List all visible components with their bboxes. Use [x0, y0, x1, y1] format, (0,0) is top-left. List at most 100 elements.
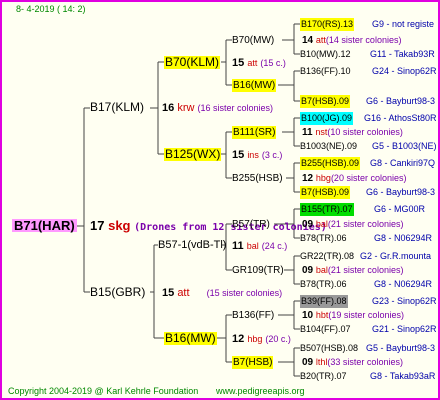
print-date: 8- 4-2019 ( 14: 2) [16, 4, 86, 14]
site-link[interactable]: www.pedigreeapis.org [216, 385, 305, 398]
gen3-num-7: 10 [302, 310, 314, 321]
gen3-num-1: 14 [302, 35, 314, 46]
gen1-queen-2[interactable]: B15(GBR) [90, 286, 145, 299]
gen3-colonies-8: (33 sister colonies) [327, 357, 403, 367]
gen2-num-3: 11 [232, 240, 244, 252]
gen3-code-6: bal [315, 265, 328, 275]
gen2-code-2: ins [247, 150, 259, 160]
gen1-code-1: krw [177, 102, 195, 114]
gen3-colonies-6: (21 sister colonies) [327, 265, 404, 275]
gen4-info-4: G6 - Bayburt98-3 [366, 96, 436, 106]
gen4-queen-15[interactable]: B507(HSB).08 [300, 342, 358, 355]
gen3-code-3: nst [315, 127, 328, 137]
gen3-queen-2[interactable]: B16(MW) [232, 79, 277, 92]
root-code: skg [108, 218, 131, 233]
gen2-queen-1[interactable]: B70(KLM) [164, 56, 221, 69]
gen4-queen-11[interactable]: GR22(TR).08 [300, 250, 354, 263]
gen3-info-6: 09 bal(21 sister colonies) [302, 264, 403, 277]
gen2-num-2: 15 [232, 149, 245, 161]
gen2-code-3: bal [246, 241, 259, 251]
gen4-queen-4[interactable]: B7(HSB).09 [300, 95, 351, 108]
gen4-info-9: G6 - MG00R [374, 204, 426, 214]
gen3-num-3: 11 [302, 127, 313, 138]
gen3-code-7: hbt [315, 310, 329, 320]
gen4-info-14: G21 - Sinop62R [372, 324, 437, 334]
gen2-queen-4[interactable]: B16(MW) [164, 332, 217, 345]
gen4-info-8: G6 - Bayburt98-3 [366, 187, 436, 197]
gen2-code-4: hbg [247, 334, 263, 344]
gen2-code-1: att [247, 58, 258, 68]
gen4-info-11: G2 - Gr.R.mounta [360, 251, 432, 261]
root-colony-info: 17 skg (Drones from 12 sister colonies) [90, 219, 327, 234]
gen3-queen-5[interactable]: B57(TR) [232, 218, 270, 231]
gen4-queen-7[interactable]: B255(HSB).09 [300, 157, 361, 170]
gen3-colonies-7: (19 sister colonies) [328, 310, 404, 320]
gen1-num-2: 15 [162, 287, 175, 299]
gen2-info-2: 15 ins (3 c.) [232, 149, 282, 162]
root-queen[interactable]: B71(HAR) [12, 219, 77, 232]
gen4-info-15: G5 - Bayburt98-3 [366, 343, 436, 353]
gen1-colonies-1: (16 sister colonies) [197, 103, 274, 113]
gen4-queen-9[interactable]: B155(TR).07 [300, 203, 354, 216]
root-drones: (Drones from 12 sister colonies) [134, 222, 327, 233]
gen3-code-1: att [315, 35, 326, 45]
gen3-colonies-1: (14 sister colonies) [325, 35, 402, 45]
gen2-info-3: 11 bal (24 c.) [232, 240, 288, 253]
gen3-colonies-3: (10 sister colonies) [327, 127, 403, 137]
gen3-num-4: 12 [302, 173, 314, 184]
gen4-info-10: G8 - N06294R [374, 233, 433, 243]
gen2-colonies-3: (24 c.) [261, 241, 288, 251]
gen3-info-3: 11 nst(10 sister colonies) [302, 126, 403, 139]
gen4-queen-5[interactable]: B100(JG).09 [300, 112, 354, 125]
gen4-queen-10[interactable]: B78(TR).06 [300, 232, 347, 245]
gen4-queen-13[interactable]: B39(FF).08 [300, 295, 348, 308]
gen4-info-2: G11 - Takab93R [370, 49, 435, 59]
gen2-num-1: 15 [232, 57, 245, 69]
gen3-queen-7[interactable]: B136(FF) [232, 309, 274, 322]
gen3-num-6: 09 [302, 265, 314, 276]
gen3-queen-3[interactable]: B111(SR) [232, 126, 277, 139]
gen1-code-2: att [177, 287, 190, 299]
gen3-queen-4[interactable]: B255(HSB) [232, 172, 283, 185]
gen4-queen-12[interactable]: B78(TR).06 [300, 278, 347, 291]
gen3-code-4: hbg [315, 173, 331, 183]
gen1-colonies-2: (15 sister colonies) [206, 288, 283, 298]
gen4-info-5: G16 - AthosSt80R [364, 113, 437, 123]
root-num: 17 [90, 218, 105, 233]
gen3-colonies-5: (21 sister colonies) [327, 219, 404, 229]
gen3-queen-6[interactable]: GR109(TR) [232, 264, 284, 277]
gen4-queen-3[interactable]: B136(FF).10 [300, 65, 351, 78]
gen2-num-4: 12 [232, 333, 245, 345]
gen2-info-4: 12 hbg (20 c.) [232, 333, 291, 346]
gen3-queen-8[interactable]: B7(HSB) [232, 356, 274, 369]
gen3-num-5: 09 [302, 219, 314, 230]
gen4-queen-6[interactable]: B1003(NE).09 [300, 140, 357, 153]
gen3-info-7: 10 hbt(19 sister colonies) [302, 309, 404, 322]
gen4-queen-2[interactable]: B10(MW).12 [300, 48, 351, 61]
gen2-queen-3[interactable]: B57-1(vdB-Tl) [158, 239, 226, 252]
gen2-queen-2[interactable]: B125(WX) [164, 148, 222, 161]
gen3-info-4: 12 hbg(20 sister colonies) [302, 172, 406, 185]
gen3-num-8: 09 [302, 357, 314, 368]
gen3-code-8: lthl [315, 357, 328, 367]
gen4-info-1: G9 - not registe [372, 19, 435, 29]
gen3-colonies-4: (20 sister colonies) [330, 173, 407, 183]
gen1-info-1: 16 krw (16 sister colonies) [162, 102, 273, 115]
gen4-queen-8[interactable]: B7(HSB).09 [300, 186, 351, 199]
gen4-info-7: G8 - Cankiri97Q [370, 158, 436, 168]
copyright-text: Copyright 2004-2019 @ Karl Kehrle Founda… [8, 386, 199, 396]
gen1-num-1: 16 [162, 102, 175, 114]
gen4-queen-16[interactable]: B20(TR).07 [300, 370, 347, 383]
gen2-colonies-1: (15 c.) [260, 58, 286, 68]
gen4-info-6: G5 - B1003(NE) [372, 141, 437, 151]
gen2-info-1: 15 att (15 c.) [232, 57, 286, 70]
gen2-colonies-4: (20 c.) [265, 334, 291, 344]
pedigree-frame: 8- 4-2019 ( 14: 2) B71(HAR) 17 skg (Dron… [0, 0, 440, 400]
gen3-info-8: 09 lthl(33 sister colonies) [302, 356, 403, 369]
gen3-info-5: 09 bal(21 sister colonies) [302, 218, 403, 231]
gen4-info-13: G23 - Sinop62R [372, 296, 437, 306]
gen4-queen-14[interactable]: B104(FF).07 [300, 323, 351, 336]
gen3-queen-1[interactable]: B70(MW) [232, 34, 274, 47]
gen1-queen-1[interactable]: B17(KLM) [90, 101, 144, 114]
gen4-queen-1[interactable]: B170(RS).13 [300, 18, 355, 31]
